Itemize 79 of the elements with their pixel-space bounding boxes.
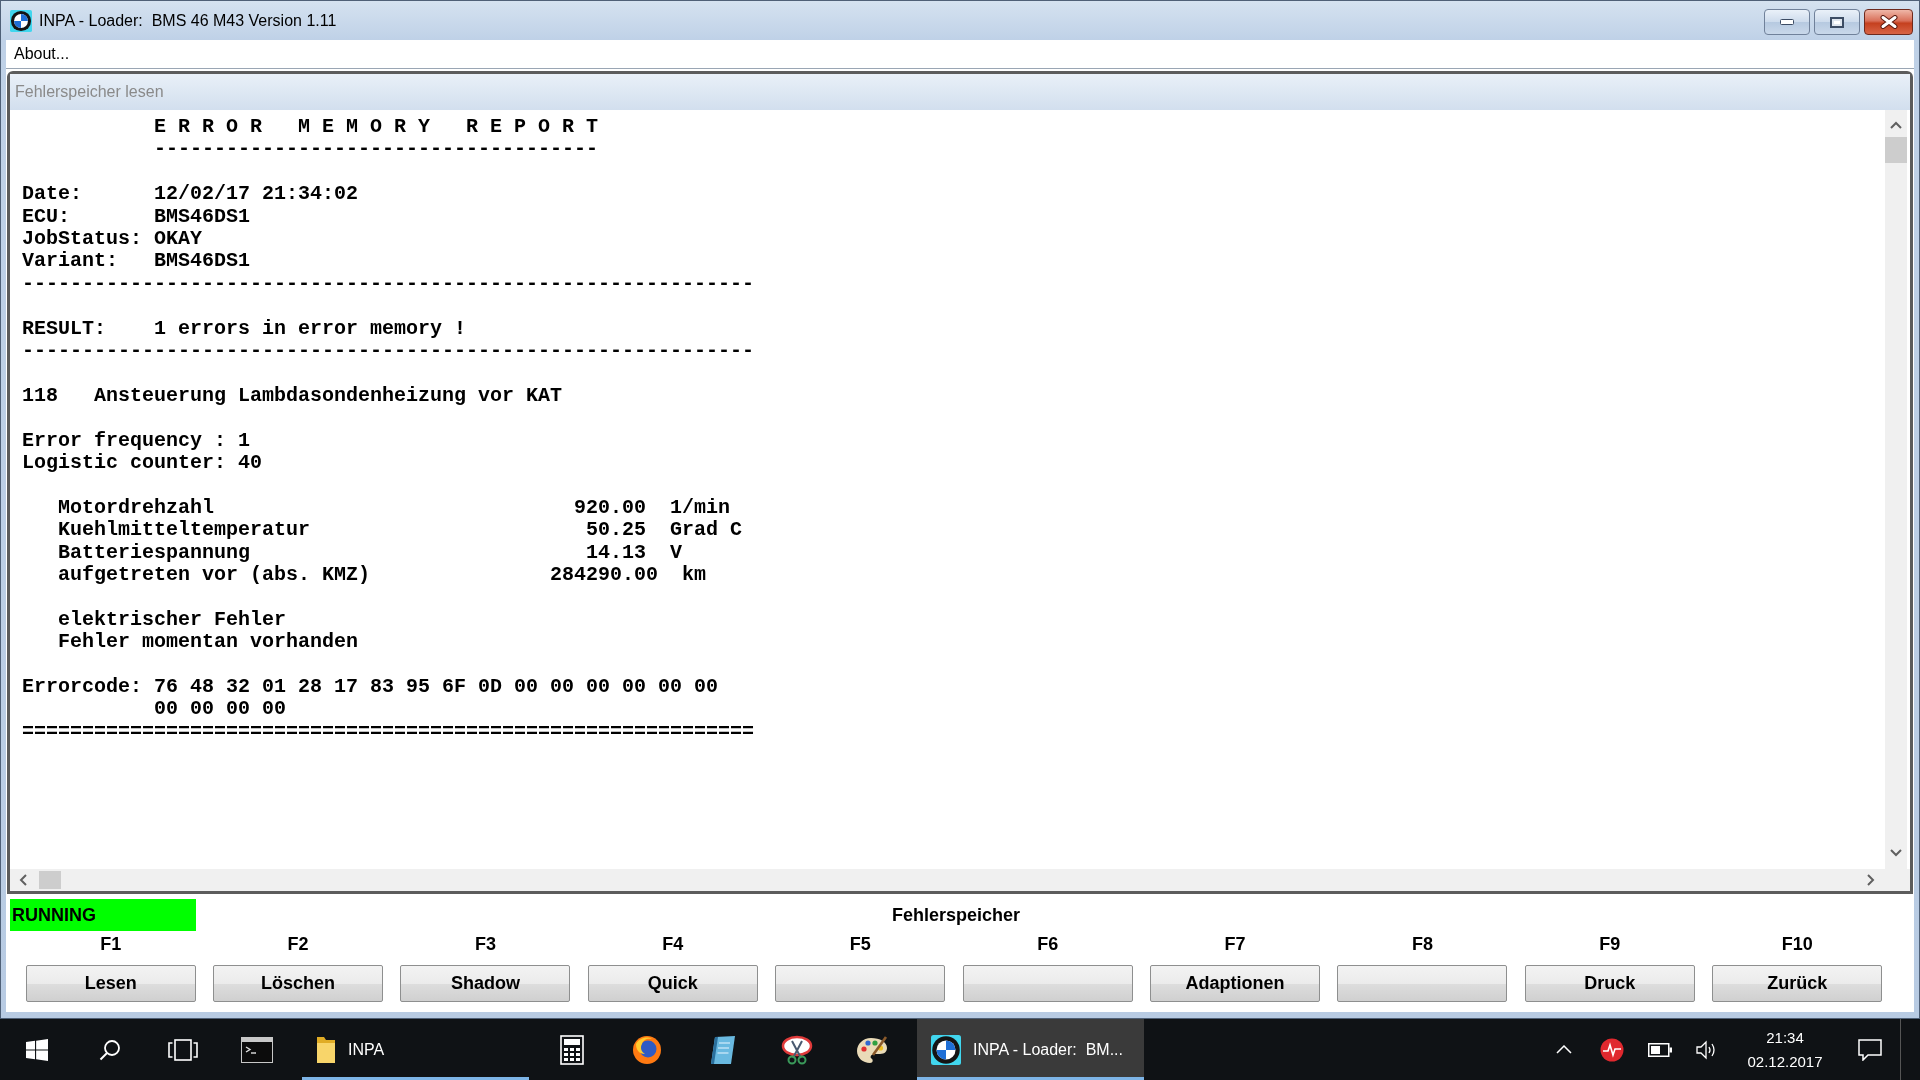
function-key-label: F7	[1224, 933, 1246, 956]
scissors-icon	[780, 1034, 813, 1065]
scroll-up-icon[interactable]	[1890, 121, 1902, 129]
function-button[interactable]: Adaptionen	[1150, 965, 1321, 1002]
task-view-icon[interactable]	[167, 1038, 198, 1061]
globe-icon	[631, 1034, 662, 1065]
report-line: elektrischer Fehler	[58, 608, 287, 632]
function-button[interactable]: Druck	[1524, 965, 1695, 1002]
screen-title: Fehlerspeicher	[891, 904, 1021, 926]
chevron-up-icon[interactable]	[1555, 1045, 1572, 1054]
function-key-label: F1	[100, 933, 122, 956]
report-line: 118 Ansteuerung Lambdasondenheizung vor KAT	[22, 384, 563, 408]
document-title: Fehlerspeicher lesen	[15, 83, 164, 101]
separator-line: -------------------------------------------------------------	[22, 272, 755, 296]
status-indicator: RUNNING	[10, 899, 196, 931]
scroll-down-icon[interactable]	[1890, 849, 1902, 857]
report-line: Motordrehzahl 920.00 1/min	[58, 496, 731, 520]
close-button[interactable]	[1864, 9, 1913, 35]
report-line: Errorcode: 76 48 32 01 28 17 83 95 6F 0D 00 00 00 00 00 00	[22, 676, 719, 699]
function-key-label: F3	[474, 933, 496, 956]
function-key-label: F2	[287, 933, 309, 956]
report-line: Batteriespannung 14.13 V	[58, 541, 683, 565]
report-line: Variant: BMS46DS1	[22, 250, 251, 273]
report-line: Logistic counter: 40	[22, 452, 263, 475]
function-key-label: F9	[1599, 933, 1621, 956]
horizontal-scrollbar[interactable]	[10, 869, 1910, 891]
report-line: Fehler momentan vorhanden	[58, 631, 359, 654]
function-button[interactable]: Zurück	[1712, 965, 1883, 1002]
report-line: JobStatus: OKAY	[22, 228, 203, 251]
function-key-label: F6	[1037, 933, 1059, 956]
search-icon[interactable]	[98, 1038, 121, 1061]
clock[interactable]: 21:34 02.12.2017	[1730, 1019, 1840, 1080]
function-key-label: F10	[1781, 933, 1813, 956]
report-line: Date: 12/02/17 21:34:02	[22, 183, 359, 206]
vertical-scrollbar[interactable]	[1885, 110, 1907, 869]
report-line: Error frequency : 1	[22, 429, 251, 453]
palette-icon	[855, 1034, 888, 1065]
battery-icon[interactable]	[1647, 1042, 1672, 1057]
notification-icon[interactable]	[1858, 1038, 1882, 1061]
function-key-label: F5	[849, 933, 871, 956]
roundel-icon	[10, 9, 32, 32]
function-button[interactable]: Löschen	[213, 965, 384, 1002]
separator-line: -------------------------------------------------------------	[22, 340, 755, 363]
report-heading: E R R O R M E M O R Y R E P O R T	[154, 116, 599, 139]
report-line: Kuehlmitteltemperatur 50.25 Grad C	[58, 519, 743, 542]
maximize-button[interactable]	[1814, 9, 1860, 35]
report-line: ECU: BMS46DS1	[22, 205, 251, 228]
taskbar-button[interactable]: INPA	[302, 1019, 529, 1080]
scroll-right-icon[interactable]	[1867, 874, 1875, 886]
minimize-button[interactable]	[1764, 9, 1810, 35]
function-key-label: F8	[1411, 933, 1433, 956]
function-button[interactable]: Shadow	[400, 965, 571, 1002]
separator-line: =============================================================	[22, 720, 755, 744]
function-button[interactable]	[1337, 965, 1508, 1002]
scrollbar-thumb[interactable]	[39, 871, 61, 889]
heading-underline: -------------------------------------	[154, 138, 599, 161]
menu-item[interactable]: About...	[9, 43, 75, 65]
scroll-left-icon[interactable]	[19, 874, 27, 886]
terminal-icon	[240, 1036, 273, 1063]
report-line: aufgetreten vor (abs. KMZ) 284290.00 km	[58, 564, 707, 587]
close-icon	[1879, 15, 1898, 29]
speaker-icon[interactable]	[1695, 1039, 1718, 1060]
minimize-icon	[1780, 19, 1794, 25]
folder-icon	[316, 1035, 336, 1064]
scrollbar-thumb[interactable]	[1885, 137, 1907, 163]
function-button[interactable]: Quick	[587, 965, 758, 1002]
report-line: 00 00 00 00	[154, 698, 287, 721]
maximize-icon	[1830, 16, 1844, 28]
function-button[interactable]	[962, 965, 1133, 1002]
calculator-icon	[559, 1034, 584, 1065]
roundel-icon	[931, 1034, 961, 1065]
taskbar-button[interactable]: INPA - Loader: BM...	[917, 1019, 1144, 1080]
function-key-label: F4	[662, 933, 684, 956]
function-button[interactable]: Lesen	[25, 965, 196, 1002]
pulse-icon[interactable]	[1599, 1037, 1624, 1062]
report-line: RESULT: 1 errors in error memory !	[22, 317, 467, 341]
window-title: INPA - Loader: BMS 46 M43 Version 1.11	[39, 11, 337, 30]
start-icon[interactable]	[25, 1038, 48, 1061]
function-button[interactable]	[775, 965, 946, 1002]
